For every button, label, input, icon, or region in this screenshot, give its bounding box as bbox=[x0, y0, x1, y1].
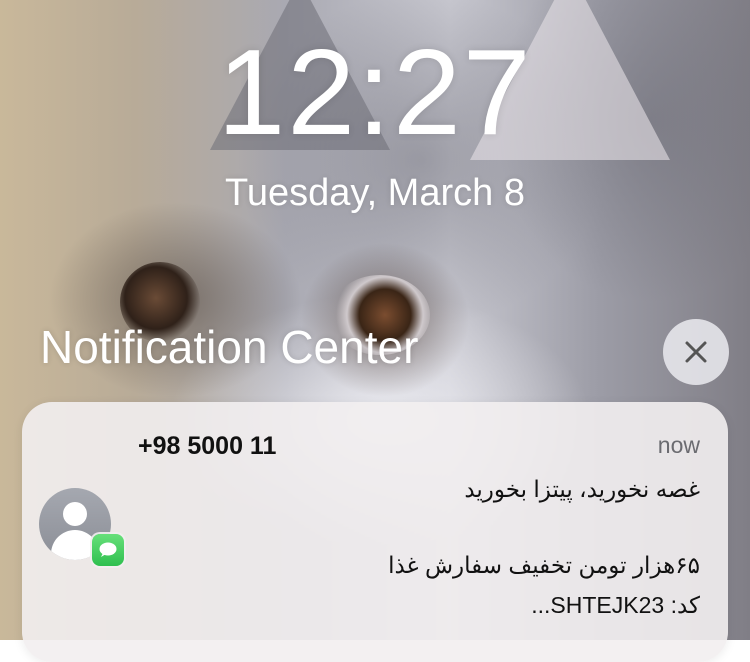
notification-center-title: Notification Center bbox=[40, 321, 419, 373]
sms-notification-card[interactable]: +98 5000 11 now غصه نخورید، پیتزا بخورید… bbox=[22, 402, 728, 662]
message-bubble-icon bbox=[99, 542, 117, 557]
notification-line: ۶۵هزار تومن تخفیف سفارش غذا bbox=[388, 552, 700, 578]
messages-icon bbox=[92, 534, 124, 566]
lockscreen-date: Tuesday, March 8 bbox=[225, 172, 525, 214]
avatar-head bbox=[63, 502, 87, 526]
lockscreen-time: 12:27 bbox=[217, 24, 533, 160]
close-icon bbox=[685, 341, 707, 363]
notification-line: غصه نخورید، پیتزا بخورید bbox=[464, 476, 700, 502]
close-notifications-button[interactable] bbox=[663, 319, 729, 385]
notification-sender: +98 5000 11 bbox=[138, 432, 277, 460]
notification-time: now bbox=[657, 432, 700, 458]
notification-line: کد: SHTEJK23... bbox=[531, 592, 700, 618]
